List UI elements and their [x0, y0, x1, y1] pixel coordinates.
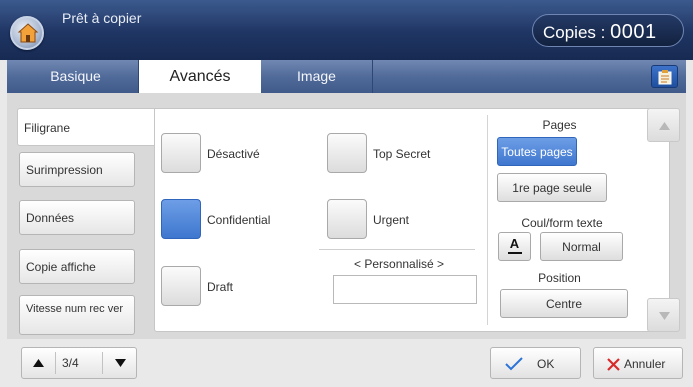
position-button[interactable]: Centre — [500, 289, 628, 318]
text-format-button[interactable]: Normal — [540, 232, 623, 261]
custom-text-field[interactable] — [333, 275, 477, 304]
option-draft-label: Draft — [207, 280, 234, 294]
page-navigator: 3/4 — [21, 347, 137, 379]
option-top-secret-label: Top Secret — [373, 147, 431, 161]
text-color-button[interactable]: A — [498, 232, 531, 261]
page-down-button[interactable] — [104, 348, 136, 378]
custom-label: < Personnalisé > — [354, 257, 445, 271]
machine-status-text: Prêt à copier — [62, 10, 142, 26]
bottom-bar: 3/4 OK Annuler — [0, 339, 693, 387]
pages-all-button[interactable]: Toutes pages — [497, 137, 577, 166]
position-label: Position — [538, 271, 581, 285]
option-desactive-button[interactable] — [161, 133, 201, 173]
option-draft-button[interactable] — [161, 266, 201, 306]
clipboard-icon — [658, 70, 672, 85]
copies-value: 0001 — [610, 21, 657, 43]
pager-divider-left — [55, 352, 56, 374]
page-indicator: 3/4 — [62, 356, 79, 370]
pages-first-only-button[interactable]: 1re page seule — [497, 173, 607, 202]
tab-bar: Basique Avancés Image — [7, 60, 686, 94]
menu-item-donnees[interactable]: Données — [19, 200, 135, 235]
menu-item-surimpression[interactable]: Surimpression — [19, 152, 135, 187]
menu-item-vitesse-num[interactable]: Vitesse num rec ver — [19, 295, 135, 335]
text-style-label: Coul/form texte — [521, 216, 603, 230]
scroll-down-button[interactable] — [647, 298, 680, 332]
scroll-up-button[interactable] — [647, 108, 680, 142]
top-status-bar: Prêt à copier Copies : 0001 — [0, 0, 693, 60]
tab-avances[interactable]: Avancés — [139, 60, 261, 94]
close-icon — [607, 358, 620, 371]
triangle-down-icon — [659, 312, 670, 320]
text-color-glyph: A — [509, 236, 520, 251]
ok-label: OK — [537, 357, 555, 371]
option-urgent-button[interactable] — [327, 199, 367, 239]
job-settings-button[interactable] — [651, 65, 678, 88]
pages-label: Pages — [542, 118, 577, 132]
home-icon — [17, 23, 39, 43]
menu-item-copie-affiche[interactable]: Copie affiche — [19, 249, 135, 284]
triangle-up-icon — [659, 122, 670, 130]
column-divider — [487, 115, 488, 325]
main-content: Filigrane Surimpression Données Copie af… — [7, 93, 686, 339]
text-color-underline — [508, 252, 522, 254]
checkmark-icon — [505, 357, 523, 371]
copies-label: Copies : — [543, 23, 611, 42]
tab-image[interactable]: Image — [261, 60, 373, 93]
option-urgent-label: Urgent — [373, 213, 410, 227]
cancel-button[interactable]: Annuler — [593, 347, 683, 379]
home-button[interactable] — [10, 16, 44, 50]
triangle-down-icon — [115, 359, 126, 367]
option-top-secret-button[interactable] — [327, 133, 367, 173]
tab-basique[interactable]: Basique — [13, 60, 139, 93]
option-desactive-label: Désactivé — [207, 147, 260, 161]
section-divider — [319, 249, 475, 250]
ok-button[interactable]: OK — [490, 347, 581, 379]
option-confidential-label: Confidential — [207, 213, 271, 227]
page-up-button[interactable] — [22, 348, 54, 378]
option-confidential-button[interactable] — [161, 199, 201, 239]
triangle-up-icon — [33, 359, 44, 367]
cancel-label: Annuler — [624, 357, 666, 371]
pager-divider-right — [102, 352, 103, 374]
copies-counter[interactable]: Copies : 0001 — [532, 14, 684, 47]
menu-item-filigrane[interactable]: Filigrane — [17, 108, 157, 146]
